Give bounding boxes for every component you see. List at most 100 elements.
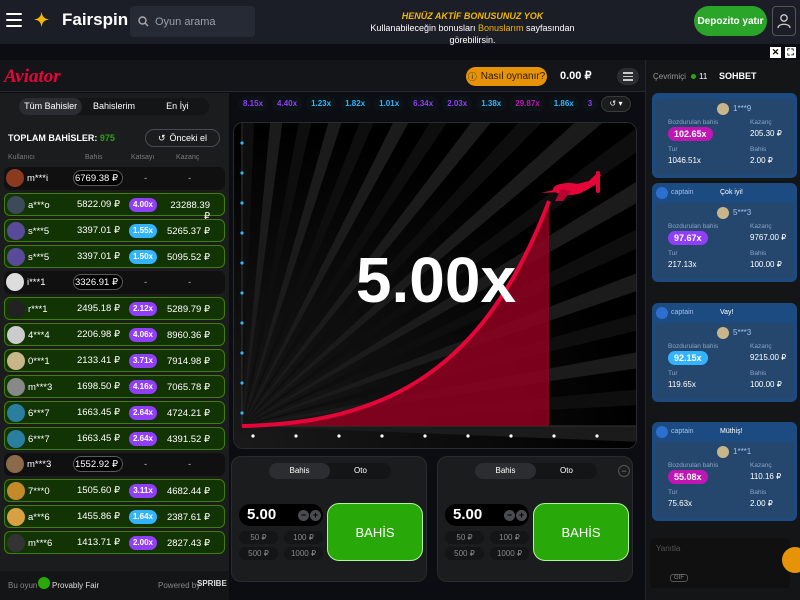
window-controls: ✕ ⛶ xyxy=(758,44,800,60)
round-value: 1046.51x xyxy=(668,156,701,165)
quick-amount-button[interactable]: 500 ₽ xyxy=(239,547,278,560)
quick-amount-button[interactable]: 100 ₽ xyxy=(490,531,529,544)
bet-value: 100.00 ₽ xyxy=(750,260,782,269)
bet-amount: 2206.98 ₽ xyxy=(76,329,120,340)
bet-row: m***3 1698.50 ₽ 4.16x 7065.78 ₽ xyxy=(4,375,225,398)
chat-input-placeholder: Yanıtla xyxy=(656,544,681,553)
shield-check-icon xyxy=(38,577,50,589)
bet-amount: 1663.45 ₽ xyxy=(76,433,120,444)
powered-by-label: Powered by xyxy=(158,581,201,590)
site-logo[interactable]: ✦ Fairspin xyxy=(34,9,128,31)
previous-round-button[interactable]: ↺ Önceki el xyxy=(145,129,220,147)
increase-button[interactable]: + xyxy=(516,510,527,521)
y-axis-dot xyxy=(240,321,244,325)
hamburger-menu-icon[interactable] xyxy=(6,13,22,27)
balance-display: 0.00 ₽ xyxy=(560,70,592,82)
how-to-play-button[interactable]: ⓘ Nasıl oynanır? xyxy=(466,67,547,86)
place-bet-button[interactable]: BAHİS xyxy=(533,503,629,561)
history-multiplier: 6.34x xyxy=(408,96,439,111)
bet-row: m***i 6769.38 ₽ - - xyxy=(4,167,225,190)
chat-bet-user: 1***1 xyxy=(733,447,752,456)
round-value: 75.63x xyxy=(668,499,693,508)
bet-row: a***6 1455.86 ₽ 1.64x 2387.61 ₽ xyxy=(4,505,225,528)
fullscreen-icon[interactable]: ⛶ xyxy=(785,46,796,58)
y-axis-dot xyxy=(240,411,244,415)
bet-row: i***1 3326.91 ₽ - - xyxy=(4,271,225,294)
gif-button[interactable]: GIF xyxy=(670,574,688,582)
promo-bonus-link[interactable]: Bonuslarım xyxy=(478,23,524,33)
history-multiplier: 1.86x xyxy=(548,96,579,111)
quick-amount-button[interactable]: 50 ₽ xyxy=(445,531,484,544)
history-multiplier: 2.03x xyxy=(442,96,473,111)
bet-amount-stepper[interactable]: 5.00 − + xyxy=(445,504,529,526)
bet-amount-value[interactable]: 5.00 xyxy=(453,506,482,523)
increase-button[interactable]: + xyxy=(310,510,321,521)
bets-footer: Bu oyun Provably Fair Powered by SPRIBE xyxy=(0,571,229,600)
quick-amounts: 50 ₽ 100 ₽ 500 ₽ 1000 ₽ xyxy=(445,531,529,560)
cashout-label: Bozdurulan bahis xyxy=(668,343,719,350)
bet-amount: 3397.01 ₽ xyxy=(76,225,120,236)
bet-amount: 5822.09 ₽ xyxy=(76,199,120,210)
bet-amount: 1413.71 ₽ xyxy=(76,537,120,548)
avatar xyxy=(7,222,25,240)
avatar xyxy=(7,404,25,422)
tab-auto[interactable]: Oto xyxy=(536,463,597,479)
provably-fair-prefix: Bu oyun xyxy=(8,581,38,590)
bet-amount: 1455.86 ₽ xyxy=(76,511,120,522)
bet-user: m***6 xyxy=(28,538,53,549)
tab-bet[interactable]: Bahis xyxy=(475,463,536,479)
bet-row: 6***7 1663.45 ₽ 2.64x 4724.21 ₽ xyxy=(4,401,225,424)
quick-amount-button[interactable]: 100 ₽ xyxy=(284,531,323,544)
bet-panel-1: Bahis Oto 5.00 − + 50 ₽ 100 ₽ 500 ₽ 1000… xyxy=(231,456,427,582)
deposit-button[interactable]: Depozito yatır xyxy=(694,6,767,36)
search-input[interactable] xyxy=(155,15,250,28)
quick-amount-button[interactable]: 1000 ₽ xyxy=(490,547,529,560)
x-axis-dot xyxy=(466,434,470,438)
place-bet-button[interactable]: BAHİS xyxy=(327,503,423,561)
bet-win: 7065.78 ₽ xyxy=(166,382,210,393)
bet-win: 4724.21 ₽ xyxy=(166,408,210,419)
bet-win: 2387.61 ₽ xyxy=(166,512,210,523)
bet-multiplier: 1.55x xyxy=(129,224,157,238)
bet-row: a***o 5822.09 ₽4.00x 23288.39 ₽ xyxy=(4,193,225,222)
provably-fair-link[interactable]: Provably Fair xyxy=(52,581,99,590)
tab-all-bets[interactable]: Tüm Bahisler xyxy=(19,98,83,115)
remove-panel-icon[interactable]: − xyxy=(618,465,630,477)
bet-amount: 3326.91 ₽ xyxy=(73,274,123,290)
quick-amount-button[interactable]: 500 ₽ xyxy=(445,547,484,560)
bet-user: 6***7 xyxy=(28,434,50,445)
quick-amount-button[interactable]: 50 ₽ xyxy=(239,531,278,544)
total-bets: TOPLAM BAHİSLER: 975 xyxy=(8,133,115,143)
user-account-button[interactable] xyxy=(772,6,796,36)
bet-amount: 1552.92 ₽ xyxy=(73,456,123,472)
bet-user: m***3 xyxy=(27,459,52,470)
chat-input[interactable]: Yanıtla GIF xyxy=(650,538,790,588)
round-label: Tur xyxy=(668,370,678,377)
tab-auto[interactable]: Oto xyxy=(330,463,391,479)
history-toggle-button[interactable]: ↺ ▾ xyxy=(601,96,631,112)
tab-my-bets[interactable]: Bahislerim xyxy=(82,98,145,115)
tab-bet[interactable]: Bahis xyxy=(269,463,330,479)
bet-multiplier: 1.50x xyxy=(129,250,157,264)
quick-amount-button[interactable]: 1000 ₽ xyxy=(284,547,323,560)
chat-text: Müthiş! xyxy=(720,428,743,435)
y-axis-dot xyxy=(240,351,244,355)
round-label: Tur xyxy=(668,146,678,153)
bet-amount: 1505.60 ₽ xyxy=(76,485,120,496)
col-mult: Katsayı xyxy=(131,154,155,161)
bet-row: 7***0 1505.60 ₽ 3.11x 4682.44 ₽ xyxy=(4,479,225,502)
bet-win: - xyxy=(188,173,192,184)
bet-win: - xyxy=(188,459,192,470)
search-box[interactable] xyxy=(130,6,255,37)
tab-top[interactable]: En İyi xyxy=(146,98,209,115)
game-menu-button[interactable] xyxy=(617,68,639,85)
decrease-button[interactable]: − xyxy=(504,510,515,521)
decrease-button[interactable]: − xyxy=(298,510,309,521)
bets-list: m***i 6769.38 ₽ - - a***o 5822.09 ₽4.00x 23288… xyxy=(4,167,225,557)
close-icon[interactable]: ✕ xyxy=(770,46,781,58)
bet-amount-stepper[interactable]: 5.00 − + xyxy=(239,504,323,526)
bet-multiplier: 2.12x xyxy=(129,302,157,316)
online-dot-icon xyxy=(691,74,696,79)
avatar xyxy=(7,248,25,266)
bet-amount-value[interactable]: 5.00 xyxy=(247,506,276,523)
